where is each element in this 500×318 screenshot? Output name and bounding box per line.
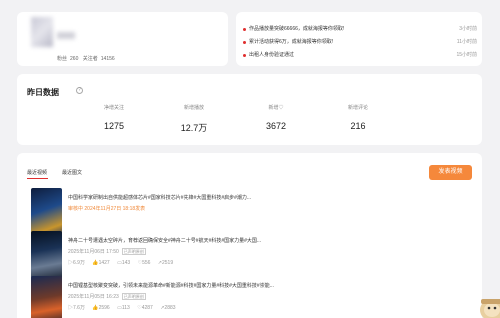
favorite-count: ♡4287 [137, 305, 153, 311]
yesterday-stats-card: 昨日数据 ? 净增关注 1275 新增播放 12.7万 新增♡ 3672 新增评… [17, 74, 482, 145]
video-thumbnail[interactable] [31, 276, 62, 318]
profile-meta: 粉丝 260 关注者 14156 [57, 55, 118, 62]
stat-label: 新增评论 [347, 105, 368, 111]
stats-title: 昨日数据 [27, 88, 59, 97]
notice-item[interactable]: 出租人身份验证通过 15小时前 [243, 51, 477, 61]
tab-recent-posts[interactable]: 最近图文 [62, 169, 82, 176]
review-status: 审核中 2024年11月27日 18:18发表 [68, 206, 146, 212]
notice-text: 作品播放量突破66666，成就海报等你领取! [249, 26, 345, 32]
username-blurred [57, 32, 75, 39]
video-thumbnail[interactable] [31, 188, 62, 236]
work-row[interactable]: 中国科学家研制出自供能超感体芯片#国家科技芯片#先锋#大国重科技#启步#潮力..… [31, 188, 471, 236]
stat-label: 新增播放 [183, 105, 204, 111]
active-tab-indicator [27, 178, 48, 179]
notice-text: 累计活动获得6万，成就海报等你领取! [249, 39, 334, 45]
fans-label: 粉丝 [57, 56, 68, 62]
stat-value: 216 [350, 121, 366, 131]
notices-card: 作品播放量突破66666，成就海报等你领取! 3小时前 累计活动获得6万，成就海… [236, 12, 482, 66]
stat-value: 1275 [103, 121, 125, 131]
work-title[interactable]: 神舟二十号遭遇太空碎片，育荐返回确保安全#神舟二十号#航天#科技#国家力量#大国… [68, 237, 261, 244]
comment-count: ▭113 [117, 305, 130, 311]
notice-item[interactable]: 累计活动获得6万，成就海报等你领取! 11小时前 [243, 38, 477, 48]
share-count: ↗2519 [157, 260, 174, 266]
work-stats: ▷7.6万 👍2596 ▭113 ♡4287 ↗2883 [68, 304, 182, 311]
notice-time: 15小时前 [456, 52, 477, 58]
play-count: ▷7.6万 [68, 305, 85, 311]
publish-time: 2025年11月05日 16:23 [68, 294, 119, 300]
work-title[interactable]: 中国锂基型核聚变突破，引领未来能源革命#新能源#科技#国家力量#科技#大国重科技… [68, 282, 274, 289]
unread-dot-icon [243, 54, 246, 57]
stat-label: 新增♡ [268, 105, 284, 111]
work-meta: 2025年11月05日 16:23 已声明原创 [68, 293, 146, 300]
follow-value: 14156 [100, 56, 115, 62]
publish-video-button[interactable]: 发表视频 [429, 165, 472, 180]
notice-time: 3小时前 [459, 26, 477, 32]
unread-dot-icon [243, 28, 246, 31]
play-count: ▷6.9万 [68, 260, 85, 266]
like-count: 👍2596 [92, 305, 110, 311]
fans-value: 260 [70, 56, 79, 62]
share-count: ↗2883 [160, 305, 176, 311]
favorite-count: ♡556 [137, 260, 151, 266]
notice-time: 11小时前 [456, 39, 477, 45]
stat-value: 12.7万 [180, 123, 208, 133]
work-row[interactable]: 中国锂基型核聚变突破，引领未来能源革命#新能源#科技#国家力量#科技#大国重科技… [31, 276, 471, 318]
publish-time: 2025年11月06日 17:50 [68, 249, 119, 255]
work-meta: 2025年11月06日 17:50 已声明原创 [68, 248, 146, 255]
original-tag: 已声明原创 [121, 248, 146, 255]
comment-count: ▭143 [117, 260, 131, 266]
info-icon[interactable]: ? [76, 87, 83, 94]
stat-label: 净增关注 [103, 105, 124, 111]
work-stats: ▷6.9万 👍1427 ▭143 ♡556 ↗2519 [68, 259, 179, 266]
unread-dot-icon [243, 41, 246, 44]
recent-works-card: 最近视频 最近图文 发表视频 中国科学家研制出自供能超感体芯片#国家科技芯片#先… [17, 153, 482, 318]
profile-card: 粉丝 260 关注者 14156 [17, 12, 228, 66]
video-thumbnail[interactable] [31, 231, 62, 279]
work-row[interactable]: 神舟二十号遭遇太空碎片，育荐返回确保安全#神舟二十号#航天#科技#国家力量#大国… [31, 231, 471, 279]
mascot-icon[interactable] [478, 290, 500, 318]
work-title[interactable]: 中国科学家研制出自供能超感体芯片#国家科技芯片#先锋#大国重科技#启步#潮力..… [68, 194, 251, 201]
stat-value: 3672 [265, 121, 287, 131]
like-count: 👍1427 [92, 260, 110, 266]
avatar[interactable] [31, 17, 53, 47]
notice-item[interactable]: 作品播放量突破66666，成就海报等你领取! 3小时前 [243, 25, 477, 35]
follow-label: 关注者 [82, 56, 98, 62]
notice-text: 出租人身份验证通过 [249, 52, 295, 58]
tab-recent-videos[interactable]: 最近视频 [27, 169, 47, 176]
original-tag: 已声明原创 [121, 293, 146, 300]
